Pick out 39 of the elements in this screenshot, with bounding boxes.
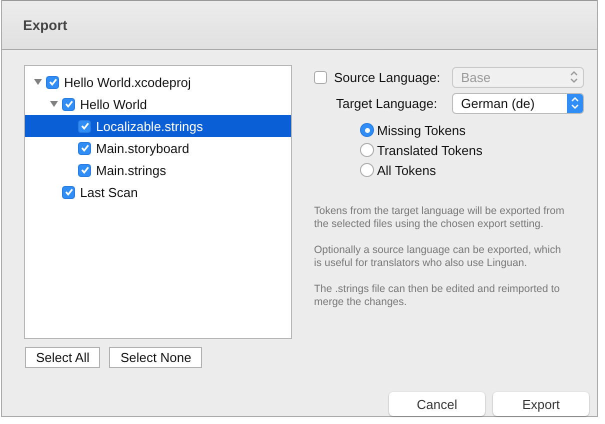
- tree-item-label: Main.strings: [96, 162, 166, 178]
- checkbox[interactable]: [62, 98, 75, 110]
- disclosure-triangle-icon[interactable]: [49, 99, 59, 109]
- field-label: Target Language:: [336, 96, 438, 110]
- checkbox[interactable]: [46, 76, 59, 88]
- radio-label: All Tokens: [377, 162, 436, 178]
- tree-item-label: Localizable.strings: [96, 118, 203, 134]
- target-language-popup[interactable]: German (de): [452, 92, 584, 114]
- dialog-button[interactable]: Export: [493, 392, 589, 416]
- tree-row[interactable]: Main.storyboard: [25, 137, 291, 159]
- dialog-button[interactable]: Cancel: [389, 392, 485, 416]
- tree-row[interactable]: Localizable.strings: [25, 115, 291, 137]
- tree-row[interactable]: Last Scan: [25, 181, 291, 203]
- stepper-arrows-icon: [569, 70, 579, 84]
- stepper-arrows-icon: [570, 96, 580, 110]
- checkbox[interactable]: [78, 142, 91, 154]
- radio-label: Translated Tokens: [377, 142, 483, 158]
- tree-item-label: Hello World.xcodeproj: [64, 74, 191, 90]
- tree-item-label: Last Scan: [80, 184, 138, 200]
- disclosure-triangle-icon[interactable]: [33, 77, 43, 87]
- tree-row[interactable]: Hello World: [25, 93, 291, 115]
- help-text: Tokens from the target language will be exported from the selected files using the chosen export setting.: [314, 205, 566, 231]
- checkbox[interactable]: [78, 120, 91, 132]
- select-button[interactable]: Select All: [25, 347, 100, 368]
- window-title: Export: [23, 17, 68, 33]
- radio-label: Missing Tokens: [377, 122, 466, 138]
- tree-item-label: Main.storyboard: [96, 140, 190, 156]
- help-text: Optionally a source language can be exported, which is useful for translators who also use Linguan.: [314, 244, 562, 270]
- radio-button[interactable]: [360, 143, 374, 157]
- checkbox[interactable]: [78, 164, 91, 176]
- tree-row[interactable]: Hello World.xcodeproj: [25, 71, 291, 93]
- select-button[interactable]: Select None: [109, 347, 202, 368]
- tree-item-label: Hello World: [80, 96, 147, 112]
- checkbox[interactable]: [62, 186, 75, 198]
- help-text: The .strings file can then be edited and reimported to merge the changes.: [314, 283, 561, 309]
- tree-row[interactable]: Main.strings: [25, 159, 291, 181]
- radio-button[interactable]: [360, 123, 374, 137]
- field-label: Source Language:: [334, 70, 440, 84]
- radio-button[interactable]: [360, 163, 374, 177]
